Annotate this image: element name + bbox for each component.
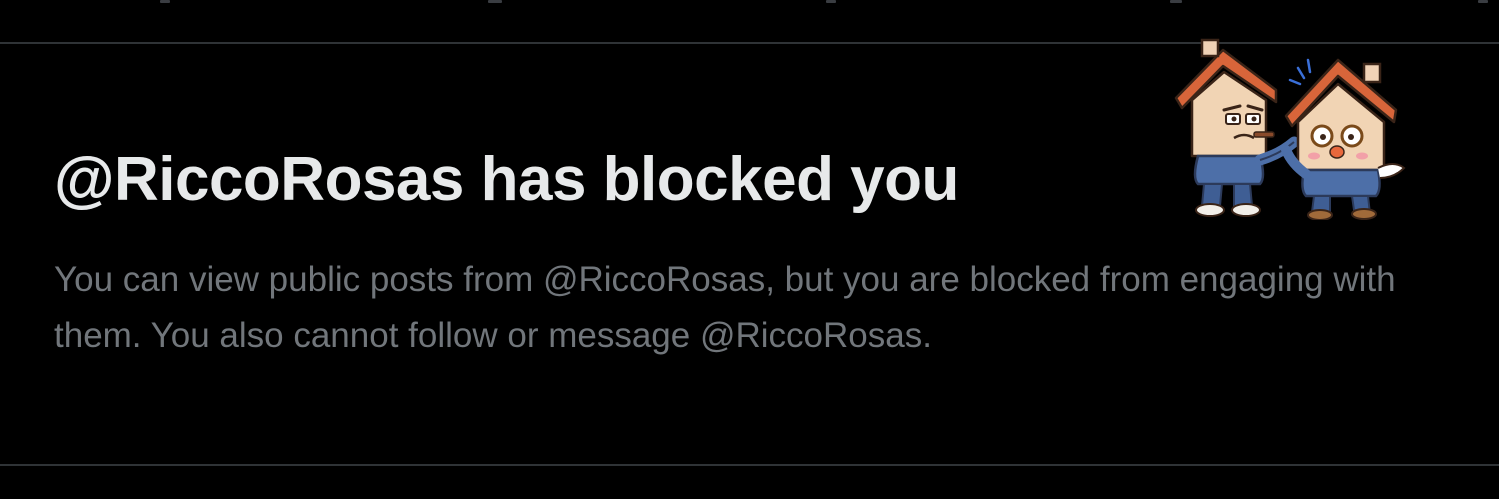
blocked-description: You can view public posts from @RiccoRos… <box>54 260 1396 355</box>
right-house-character <box>1281 58 1406 220</box>
divider-bottom <box>0 464 1499 466</box>
action-icon-fragment <box>160 0 170 3</box>
house-mascots-sticker-icon <box>1174 38 1406 220</box>
top-action-bar-remnant <box>0 0 1499 42</box>
action-icon-fragment <box>1478 0 1488 3</box>
action-icon-fragment <box>488 0 502 3</box>
left-house-character <box>1174 38 1300 217</box>
action-icon-fragment <box>826 0 836 3</box>
action-icon-fragment <box>1170 0 1182 3</box>
